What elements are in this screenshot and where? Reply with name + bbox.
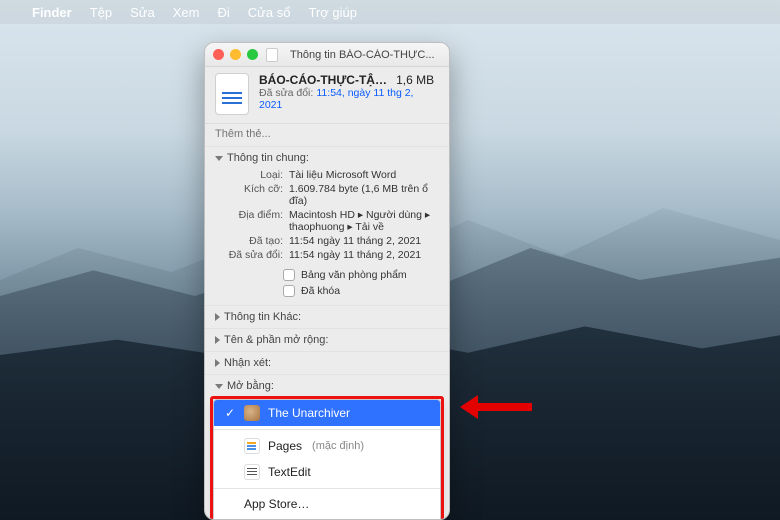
chevron-down-icon <box>215 156 223 161</box>
stationery-checkbox[interactable] <box>283 269 295 281</box>
document-icon <box>215 73 249 115</box>
chevron-down-icon <box>215 384 223 389</box>
modified2-label: Đã sửa đổi: <box>219 249 283 261</box>
menubar-item-file[interactable]: Tệp <box>90 5 112 20</box>
window-title: Thông tin BÁO-CÁO-THỰC... <box>286 49 441 61</box>
locked-label: Đã khóa <box>301 285 340 297</box>
section-more-info-title: Thông tin Khác: <box>224 311 301 323</box>
minimize-icon[interactable] <box>230 49 241 60</box>
titlebar[interactable]: Thông tin BÁO-CÁO-THỰC... <box>205 43 449 67</box>
section-general-header[interactable]: Thông tin chung: <box>205 147 449 169</box>
titlebar-proxy-icon[interactable] <box>266 48 278 62</box>
modified-label: Đã sửa đổi: <box>259 87 313 99</box>
section-open-with: Mở bằng: ✓ The Unarchiver Pages (mặc địn… <box>205 374 449 520</box>
pages-app-icon <box>244 438 260 454</box>
chevron-right-icon <box>215 313 220 321</box>
close-icon[interactable] <box>213 49 224 60</box>
sizebytes-label: Kích cỡ: <box>219 183 283 207</box>
annotation-highlight-box <box>210 396 444 520</box>
section-general: Thông tin chung: Loại: Tài liệu Microsof… <box>205 146 449 305</box>
file-size: 1,6 MB <box>396 73 434 87</box>
section-open-with-header[interactable]: Mở bằng: <box>205 375 449 397</box>
menubar-item-window[interactable]: Cửa sổ <box>248 5 291 20</box>
menubar-app[interactable]: Finder <box>32 5 72 20</box>
annotation-arrow-icon <box>460 398 532 416</box>
created-value: 11:54 ngày 11 tháng 2, 2021 <box>289 235 439 247</box>
chevron-right-icon <box>215 359 220 367</box>
chevron-right-icon <box>215 336 220 344</box>
kind-value: Tài liệu Microsoft Word <box>289 169 439 181</box>
section-name-ext-header[interactable]: Tên & phần mở rộng: <box>205 329 449 351</box>
where-value: Macintosh HD ▸ Người dùng ▸ thaophuong ▸… <box>289 209 439 233</box>
created-label: Đã tạo: <box>219 235 283 247</box>
textedit-app-icon <box>244 464 260 480</box>
section-name-ext-title: Tên & phần mở rộng: <box>224 334 328 346</box>
locked-checkbox[interactable] <box>283 285 295 297</box>
menubar-item-edit[interactable]: Sửa <box>130 5 155 20</box>
section-open-with-title: Mở bằng: <box>227 380 274 392</box>
menubar-item-view[interactable]: Xem <box>173 5 200 20</box>
section-general-title: Thông tin chung: <box>227 152 309 164</box>
file-name: BÁO-CÁO-THỰC-TẬP-... <box>259 73 389 87</box>
menubar: Finder Tệp Sửa Xem Đi Cửa sổ Trợ giúp <box>0 0 780 24</box>
info-header: BÁO-CÁO-THỰC-TẬP-... 1,6 MB Đã sửa đổi: … <box>205 67 449 124</box>
open-with-popup[interactable]: ✓ The Unarchiver Pages (mặc định) TextEd… <box>213 399 441 520</box>
section-comments-header[interactable]: Nhận xét: <box>205 352 449 374</box>
modified2-value: 11:54 ngày 11 tháng 2, 2021 <box>289 249 439 261</box>
zoom-icon[interactable] <box>247 49 258 60</box>
menubar-item-go[interactable]: Đi <box>217 5 229 20</box>
get-info-window: Thông tin BÁO-CÁO-THỰC... BÁO-CÁO-THỰC-T… <box>204 42 450 520</box>
kind-label: Loại: <box>219 169 283 181</box>
stationery-label: Bảng văn phòng phẩm <box>301 269 407 281</box>
section-comments-title: Nhận xét: <box>224 357 271 369</box>
sizebytes-value: 1.609.784 byte (1,6 MB trên ổ đĩa) <box>289 183 439 207</box>
tags-input[interactable] <box>215 128 439 140</box>
where-label: Địa điểm: <box>219 209 283 233</box>
menubar-item-help[interactable]: Trợ giúp <box>308 5 357 20</box>
section-more-info-header[interactable]: Thông tin Khác: <box>205 306 449 328</box>
